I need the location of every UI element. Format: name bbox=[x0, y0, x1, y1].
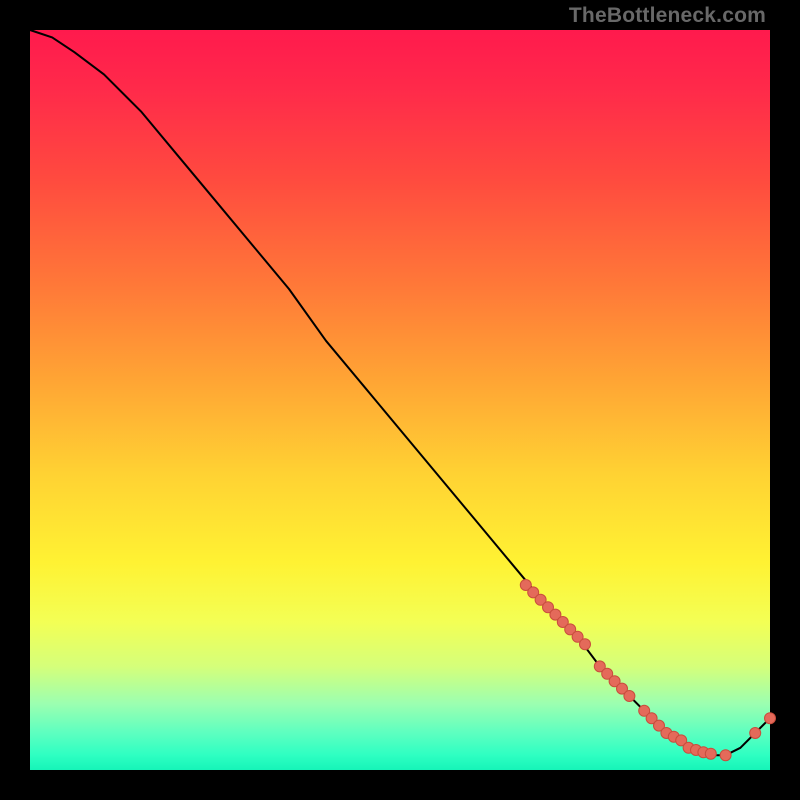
scatter-dot bbox=[720, 750, 731, 761]
scatter-dot bbox=[624, 691, 635, 702]
plot-area bbox=[30, 30, 770, 770]
scatter-dot bbox=[580, 639, 591, 650]
bottleneck-curve-line bbox=[30, 30, 770, 755]
chart-container: TheBottleneck.com bbox=[0, 0, 800, 800]
scatter-dot bbox=[705, 748, 716, 759]
scatter-dot bbox=[765, 713, 776, 724]
scatter-dots bbox=[520, 580, 775, 761]
scatter-dot bbox=[750, 728, 761, 739]
chart-svg bbox=[30, 30, 770, 770]
watermark-text: TheBottleneck.com bbox=[569, 4, 766, 28]
